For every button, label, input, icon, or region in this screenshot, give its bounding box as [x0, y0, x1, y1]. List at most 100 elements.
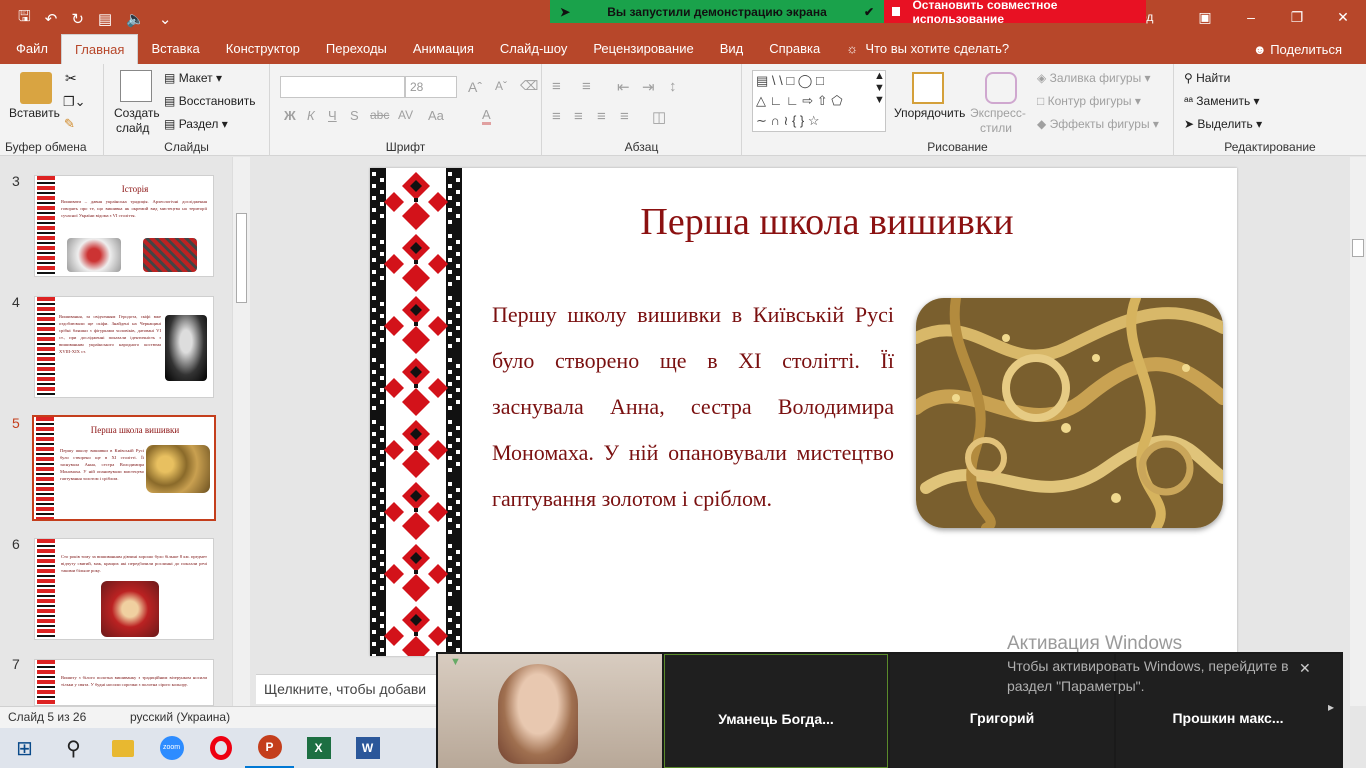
- redo-icon[interactable]: ↻: [71, 10, 84, 28]
- excel-icon[interactable]: X: [294, 728, 343, 768]
- tab-view[interactable]: Вид: [707, 34, 757, 64]
- shape-outline-button[interactable]: □ Контур фигуры ▾: [1037, 94, 1141, 108]
- thumbnail-slide-6[interactable]: Сто років тому за вишиванням дівчині хор…: [34, 538, 214, 640]
- arrange-button[interactable]: Упорядочить: [894, 106, 965, 120]
- arrange-icon[interactable]: [912, 72, 944, 104]
- numbering-icon[interactable]: ≡: [582, 78, 591, 95]
- indent-decrease-icon[interactable]: ⇤: [617, 78, 630, 96]
- quick-styles-label-2[interactable]: стили: [980, 121, 1012, 135]
- new-slide-label-1[interactable]: Создать: [114, 106, 160, 120]
- align-center-icon[interactable]: ≡: [574, 108, 583, 125]
- tab-animations[interactable]: Анимация: [400, 34, 487, 64]
- layout-button[interactable]: ▤ Макет ▾: [164, 71, 222, 85]
- editor-scrollbar[interactable]: [1350, 157, 1366, 706]
- find-button[interactable]: ⚲ Найти: [1184, 71, 1230, 85]
- thumbnail-number: 6: [12, 536, 20, 552]
- font-size-input[interactable]: 28: [405, 76, 457, 98]
- embroidery-border: [370, 168, 462, 656]
- copy-icon[interactable]: ❐⌄: [63, 94, 86, 110]
- tell-me-box[interactable]: ☼ Что вы хотите сделать?: [833, 34, 1022, 64]
- select-button[interactable]: ➤ Выделить ▾: [1184, 117, 1262, 131]
- powerpoint-icon[interactable]: P: [245, 728, 294, 768]
- stop-share-button[interactable]: Остановить совместное использование: [884, 0, 1146, 26]
- windows-icon[interactable]: ⊞: [0, 728, 49, 768]
- change-case-button[interactable]: Aa: [428, 108, 444, 123]
- shapes-more-icon[interactable]: ▲ ▼ ▼: [874, 70, 885, 106]
- shapes-gallery[interactable]: ▤ \ \ □ ◯ □ △ ∟ ∟ ⇨ ⇧ ⬠ ∼ ∩ ≀ { } ☆: [752, 70, 886, 132]
- clear-format-icon[interactable]: ⌫: [520, 78, 538, 94]
- shape-effects-button[interactable]: ◆ Эффекты фигуры ▾: [1037, 117, 1159, 131]
- justify-icon[interactable]: ≡: [620, 108, 629, 125]
- video-tile-participant[interactable]: Уманець Богда...: [664, 654, 888, 768]
- grow-font-icon[interactable]: Aˆ: [468, 79, 482, 95]
- expand-icon[interactable]: ▸: [1328, 700, 1334, 714]
- embroidery-photo[interactable]: [916, 298, 1223, 528]
- thumbnail-slide-5[interactable]: Перша школа вишивки Першу школу вишивки …: [32, 415, 216, 521]
- editor-scroll-thumb[interactable]: [1352, 239, 1364, 257]
- quick-styles-icon[interactable]: [985, 72, 1017, 104]
- zoom-icon[interactable]: zoom: [147, 728, 196, 768]
- tab-transitions[interactable]: Переходы: [313, 34, 400, 64]
- search-icon[interactable]: ⚲: [49, 728, 98, 768]
- close-icon[interactable]: ✕: [1320, 0, 1366, 34]
- cut-icon[interactable]: ✂: [65, 70, 77, 87]
- ribbon-display-icon[interactable]: ▣: [1182, 0, 1228, 34]
- bold-button[interactable]: Ж: [284, 108, 296, 123]
- replace-button[interactable]: ᵃᵃ Заменить ▾: [1184, 94, 1260, 108]
- char-spacing-button[interactable]: AV: [398, 108, 413, 122]
- tab-help[interactable]: Справка: [756, 34, 833, 64]
- quick-styles-label-1[interactable]: Экспресс-: [970, 106, 1026, 120]
- shape-fill-button[interactable]: ◈ Заливка фигуры ▾: [1037, 71, 1151, 85]
- new-slide-label-2[interactable]: слайд: [116, 121, 149, 135]
- strikethrough-button[interactable]: abc: [370, 108, 389, 122]
- indent-increase-icon[interactable]: ⇥: [642, 78, 655, 96]
- tab-slideshow[interactable]: Слайд-шоу: [487, 34, 580, 64]
- present-icon[interactable]: ▤: [98, 10, 112, 28]
- embroidery-strip: [37, 539, 55, 639]
- minimize-icon[interactable]: –: [1228, 0, 1274, 34]
- thumbnail-number: 7: [12, 656, 20, 672]
- shadow-button[interactable]: S: [350, 108, 359, 123]
- thumbnail-slide-4[interactable]: Вишивання, за свідченням Геродота, скіфі…: [34, 296, 214, 398]
- video-tile-self[interactable]: ▼: [438, 654, 662, 768]
- explorer-icon[interactable]: [98, 728, 147, 768]
- align-right-icon[interactable]: ≡: [597, 108, 606, 125]
- underline-button[interactable]: Ч: [328, 108, 337, 123]
- align-left-icon[interactable]: ≡: [552, 108, 561, 125]
- line-spacing-icon[interactable]: ↕: [669, 78, 677, 95]
- tab-insert[interactable]: Вставка: [138, 34, 212, 64]
- shrink-font-icon[interactable]: Aˇ: [495, 79, 507, 93]
- tab-review[interactable]: Рецензирование: [580, 34, 706, 64]
- slide-title[interactable]: Перша школа вишивки: [462, 200, 1192, 244]
- ribbon: Вставить ✂ ❐⌄ ✎ Буфер обмена Создать сла…: [0, 64, 1366, 156]
- slide-body-text[interactable]: Першу школу вишивки в Київській Русі бул…: [492, 292, 894, 522]
- reset-button[interactable]: ▤ Восстановить: [164, 94, 256, 108]
- word-icon[interactable]: W: [343, 728, 392, 768]
- format-painter-icon[interactable]: ✎: [64, 116, 75, 132]
- thumbnail-slide-3[interactable]: Історія Вишивати – давня українська трад…: [34, 175, 214, 277]
- bullets-icon[interactable]: ≡: [552, 78, 561, 95]
- tab-design[interactable]: Конструктор: [213, 34, 313, 64]
- customize-qat-icon[interactable]: ⌄: [159, 10, 172, 28]
- thumbnail-slide-7[interactable]: Вишиту з білого полотна вишиванку з трад…: [34, 659, 214, 706]
- paste-button[interactable]: Вставить: [9, 106, 60, 120]
- thumbnail-scroll-thumb[interactable]: [236, 213, 247, 303]
- save-icon[interactable]: 🖫: [18, 6, 31, 31]
- speaker-icon[interactable]: 🔈: [126, 10, 145, 28]
- paste-icon[interactable]: [20, 72, 52, 104]
- tab-home[interactable]: Главная: [60, 34, 139, 64]
- thumbnail-scrollbar[interactable]: [232, 157, 250, 706]
- language-indicator[interactable]: русский (Украина): [130, 710, 230, 724]
- maximize-icon[interactable]: ❐: [1274, 0, 1320, 34]
- columns-icon[interactable]: ◫: [652, 108, 666, 126]
- tab-file[interactable]: Файл: [0, 34, 61, 64]
- new-slide-icon[interactable]: [120, 70, 152, 102]
- notes-pane[interactable]: Щелкните, чтобы добави: [256, 674, 438, 704]
- italic-button[interactable]: К: [307, 108, 315, 123]
- section-button[interactable]: ▤ Раздел ▾: [164, 117, 228, 131]
- font-color-button[interactable]: A: [482, 107, 491, 125]
- font-family-input[interactable]: [280, 76, 405, 98]
- share-button[interactable]: ☻ Поделиться: [1253, 42, 1342, 57]
- opera-icon[interactable]: [196, 728, 245, 768]
- undo-icon[interactable]: ↶: [45, 10, 58, 28]
